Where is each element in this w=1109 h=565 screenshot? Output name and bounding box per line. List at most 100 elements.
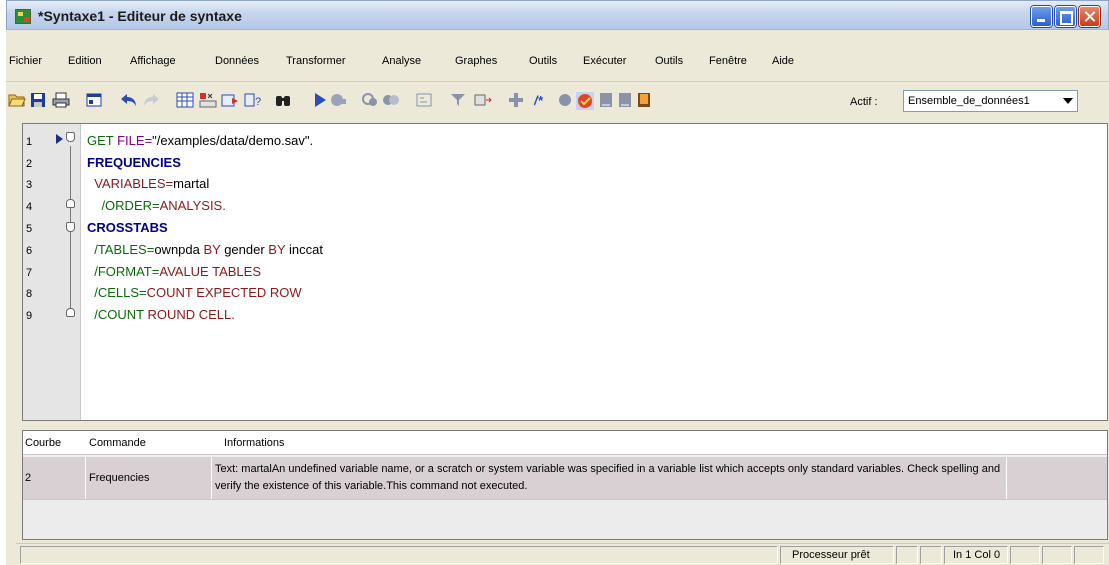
stop-icon[interactable] [329, 92, 347, 108]
code-token: BY [268, 242, 290, 257]
variables-icon[interactable] [199, 92, 217, 108]
menu-analyse[interactable]: Analyse [382, 55, 421, 67]
code-line[interactable]: GET FILE="/examples/data/demo.sav". [87, 133, 313, 148]
syntax-help-icon[interactable] [361, 92, 379, 108]
status-cell [1074, 546, 1104, 564]
menu-edition[interactable]: Edition [68, 55, 102, 67]
code-token: gender [224, 242, 269, 257]
status-cell [1042, 546, 1072, 564]
line-number: 6 [26, 245, 33, 257]
code-token: ownpda [154, 242, 204, 257]
menu-fenetre[interactable]: Fenêtre [709, 55, 747, 67]
breakpoint-icon[interactable] [557, 92, 573, 108]
code-line[interactable]: FREQUENCIES [87, 155, 181, 170]
menu-outils[interactable]: Outils [529, 55, 557, 67]
table-row[interactable]: 2 Frequencies Text: martalAn undefined v… [23, 457, 1107, 499]
menu-aide[interactable]: Aide [772, 55, 794, 67]
menu-outils-2[interactable]: Outils [655, 55, 683, 67]
code-token: ROUND CELL. [147, 307, 235, 322]
code-token: FILE= [117, 133, 153, 148]
code-token: "/examples/data/demo.sav". [152, 133, 314, 148]
code-line[interactable]: /ORDER=ANALYSIS. [87, 198, 225, 213]
app-icon[interactable] [15, 9, 31, 24]
status-cell [1010, 546, 1040, 564]
fold-end-marker-icon [66, 308, 75, 317]
minimize-button[interactable] [1031, 6, 1052, 27]
row-command: Frequencies [89, 472, 150, 484]
bookmark-icon[interactable] [576, 92, 594, 110]
title-bar[interactable]: *Syntaxe1 - Editeur de syntaxe [6, 0, 1109, 30]
redo-icon[interactable] [142, 92, 160, 108]
menu-executer[interactable]: Exécuter [583, 55, 626, 67]
code-token: GET [87, 133, 118, 148]
column-divider [211, 457, 212, 499]
comment-icon[interactable] [450, 92, 468, 108]
menu-graphes[interactable]: Graphes [455, 55, 497, 67]
svg-text:/*: /* [534, 93, 544, 108]
code-token: martal [173, 176, 210, 191]
status-bar: Processeur prêt In 1 Col 0 [16, 543, 1109, 565]
code-token: /CELLS= [87, 285, 147, 300]
fold-marker-icon[interactable] [66, 222, 75, 232]
column-header-line[interactable]: Courbe [25, 437, 61, 449]
processor-status: Processeur prêt [792, 549, 870, 561]
syntax-editor[interactable]: 1 2 3 4 5 6 7 8 9 GET FILE="/examples/da… [22, 123, 1108, 421]
code-token: FREQUENCIES [87, 155, 181, 170]
close-button[interactable] [1079, 6, 1100, 27]
chevron-down-icon[interactable] [1063, 98, 1073, 104]
menu-donnees[interactable]: Données [215, 55, 259, 67]
errors-panel: Courbe Commande Informations 2 Frequenci… [22, 430, 1108, 540]
code-token: /COUNT [87, 307, 148, 322]
run-icon[interactable] [312, 92, 328, 108]
fold-marker-icon[interactable] [66, 132, 75, 142]
status-cell [920, 546, 942, 564]
find-icon[interactable] [274, 92, 292, 108]
open-icon[interactable] [8, 92, 26, 108]
print-icon[interactable] [52, 92, 70, 108]
code-line[interactable]: CROSSTABS [87, 220, 168, 235]
comment-toggle-icon[interactable]: /* [534, 92, 554, 108]
code-line[interactable]: /COUNT ROUND CELL. [87, 307, 235, 322]
code-token: BY [203, 242, 225, 257]
code-token: CROSSTABS [87, 220, 168, 235]
column-header-command[interactable]: Commande [89, 437, 146, 449]
line-gutter[interactable]: 1 2 3 4 5 6 7 8 9 [23, 124, 81, 420]
code-line[interactable]: VARIABLES=martal [87, 176, 209, 191]
undo-icon[interactable] [120, 92, 138, 108]
code-token: /TABLES= [87, 242, 155, 257]
toggle-icon[interactable] [382, 92, 400, 108]
menu-transformer[interactable]: Transformer [286, 55, 346, 67]
active-dataset-select[interactable]: Ensemble_de_données1 [903, 90, 1078, 112]
line-number: 9 [26, 310, 33, 322]
status-cell [20, 546, 778, 564]
save-icon[interactable] [30, 92, 46, 108]
recall-dialog-icon[interactable] [86, 92, 102, 108]
line-number: 3 [26, 179, 33, 191]
line-number: 2 [26, 158, 33, 170]
line-number: 5 [26, 223, 33, 235]
column-divider [85, 457, 86, 499]
svg-text:?: ? [255, 96, 261, 108]
book3-icon[interactable] [636, 92, 652, 108]
value-labels-icon[interactable]: ? [244, 92, 262, 108]
fold-end-marker-icon [66, 199, 75, 208]
syntax-editor-window: *Syntaxe1 - Editeur de syntaxe Fichier E… [6, 0, 1109, 565]
insert-icon[interactable] [221, 92, 239, 108]
add-icon[interactable] [508, 92, 524, 108]
code-line[interactable]: /FORMAT=AVALUE TABLES [87, 264, 261, 279]
column-header-info[interactable]: Informations [224, 437, 285, 449]
pivot-icon[interactable] [474, 92, 492, 108]
code-token: /ORDER= [87, 198, 160, 213]
code-line[interactable]: /TABLES=ownpda BY gender BY inccat [87, 242, 323, 257]
maximize-button[interactable] [1055, 6, 1076, 27]
goto-data-icon[interactable] [176, 92, 194, 108]
show-icon[interactable] [416, 92, 434, 108]
active-dataset-label: Actif : [850, 96, 878, 108]
book2-icon[interactable] [617, 92, 633, 108]
row-information: Text: martalAn undefined variable name, … [215, 463, 1001, 492]
book-icon[interactable] [598, 92, 614, 108]
menu-fichier[interactable]: Fichier [9, 55, 42, 67]
code-line[interactable]: /CELLS=COUNT EXPECTED ROW [87, 285, 301, 300]
cursor-position: In 1 Col 0 [953, 549, 1001, 561]
menu-affichage[interactable]: Affichage [130, 55, 176, 67]
